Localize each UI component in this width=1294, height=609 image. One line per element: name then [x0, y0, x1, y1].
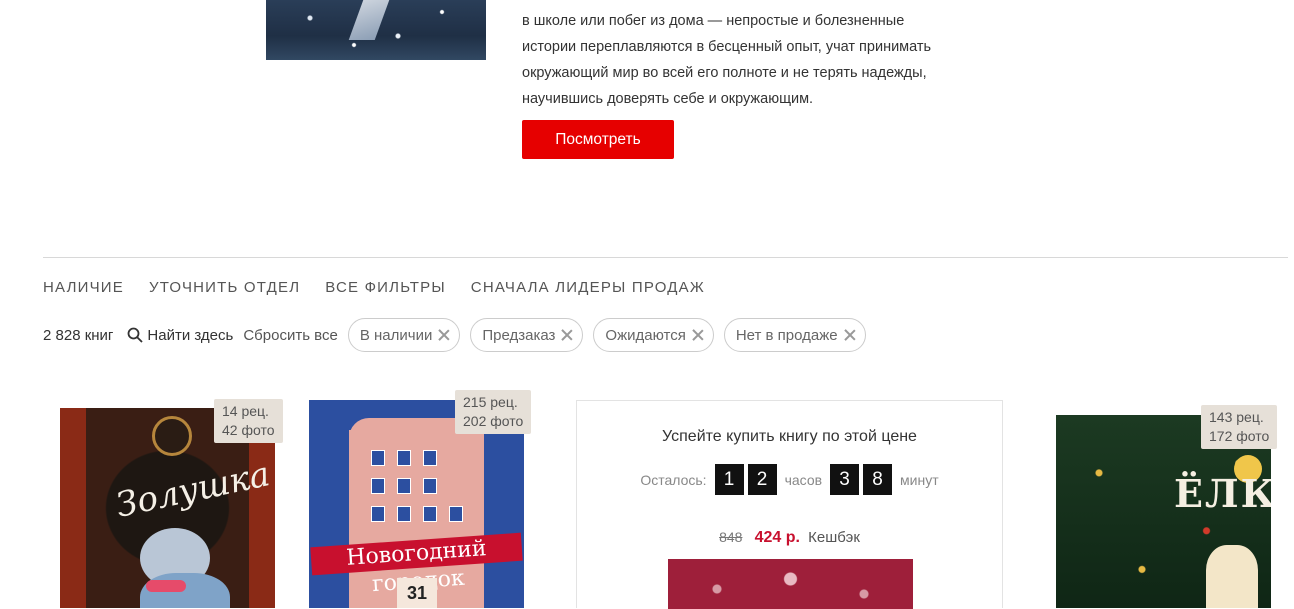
- cover-illustration: [423, 450, 437, 466]
- sort-bestsellers[interactable]: Сначала лидеры продаж: [471, 279, 705, 296]
- search-icon: [128, 327, 144, 343]
- close-icon[interactable]: [561, 329, 573, 341]
- deal-title: Успейте купить книгу по этой цене: [662, 428, 917, 445]
- cover-illustration: [449, 506, 463, 522]
- cover-illustration: [397, 478, 411, 494]
- filter-availability[interactable]: Наличие: [43, 279, 124, 296]
- timer-digit: 1: [714, 464, 744, 495]
- minutes-label: минут: [900, 471, 939, 488]
- search-here-label: Найти здесь: [147, 326, 234, 344]
- cover-illustration: [371, 506, 385, 522]
- reviews-count: 14 рец.: [222, 403, 269, 419]
- cover-illustration: [371, 478, 385, 494]
- close-icon[interactable]: [438, 329, 450, 341]
- cover-title: Золушка: [112, 454, 274, 526]
- remaining-label: Осталось:: [640, 471, 707, 488]
- close-icon[interactable]: [844, 329, 856, 341]
- cover-number: 31: [397, 578, 437, 608]
- photos-count: 42 фото: [222, 422, 275, 438]
- new-price: 424 р.: [754, 529, 800, 546]
- photos-count: 172 фото: [1209, 428, 1270, 444]
- cover-illustration: [423, 478, 437, 494]
- promo-description: в школе или побег из дома — непростые и …: [522, 8, 962, 112]
- cover-illustration: [397, 450, 411, 466]
- clock-illustration: [152, 416, 192, 456]
- cashback-label[interactable]: Кешбэк: [808, 529, 860, 546]
- chip-expected[interactable]: Ожидаются: [593, 318, 714, 352]
- close-icon[interactable]: [692, 329, 704, 341]
- hours-label: часов: [784, 471, 823, 488]
- promo-line: истории переплавляются в бесценный опыт,…: [522, 39, 932, 55]
- countdown-timer: Осталось: 1 2 часов 3 8 минут: [577, 464, 1002, 495]
- promo-line: научившись доверять себе и окружающим.: [522, 91, 814, 107]
- chip-label: В наличии: [359, 326, 433, 344]
- results-toolbar: 2 828 книг Найти здесь Сбросить все В на…: [43, 318, 876, 352]
- chip-in-stock[interactable]: В наличии: [347, 318, 461, 352]
- chip-label: Ожидаются: [605, 326, 686, 344]
- cover-illustration: [423, 506, 437, 522]
- chip-preorder[interactable]: Предзаказ: [470, 318, 584, 352]
- cover-illustration: [397, 506, 411, 522]
- review-badge[interactable]: 143 рец. 172 фото: [1201, 405, 1278, 449]
- filter-department[interactable]: Уточнить отдел: [149, 279, 300, 296]
- chip-label: Нет в продаже: [735, 326, 838, 344]
- cover-title: Новогодний городок: [310, 532, 523, 597]
- section-divider: [43, 257, 1288, 258]
- chip-label: Предзаказ: [482, 326, 556, 344]
- promo-book-image[interactable]: [266, 0, 486, 60]
- photos-count: 202 фото: [463, 413, 524, 429]
- reviews-count: 143 рец.: [1209, 409, 1264, 425]
- old-price: 848: [719, 529, 743, 545]
- timer-digit: 3: [830, 464, 860, 495]
- results-count: 2 828 книг: [43, 326, 114, 344]
- promo-line: окружающий мир во всей его полноте и не …: [522, 65, 927, 81]
- reviews-count: 215 рец.: [463, 394, 518, 410]
- review-badge[interactable]: 215 рец. 202 фото: [455, 390, 532, 434]
- filter-bar: Наличие Уточнить отдел Все фильтры Снача…: [43, 279, 730, 296]
- timer-digit: 2: [747, 464, 777, 495]
- reset-all-button[interactable]: Сбросить все: [243, 327, 337, 344]
- search-here-button[interactable]: Найти здесь: [127, 327, 233, 344]
- cover-illustration: [371, 450, 385, 466]
- review-badge[interactable]: 14 рец. 42 фото: [214, 399, 283, 443]
- view-button[interactable]: Посмотреть: [522, 120, 674, 159]
- deal-book-cover[interactable]: [668, 559, 913, 609]
- chip-out-of-stock[interactable]: Нет в продаже: [723, 318, 866, 352]
- cover-title: ЁЛКА: [1174, 471, 1271, 516]
- cover-illustration: [146, 580, 186, 592]
- image-decoration: [348, 0, 390, 40]
- timer-digit: 8: [863, 464, 893, 495]
- deal-card[interactable]: Успейте купить книгу по этой цене Остало…: [576, 400, 1003, 609]
- cover-illustration: [1206, 545, 1258, 608]
- filter-all[interactable]: Все фильтры: [325, 279, 446, 296]
- price-line: 848 424 р. Кешбэк: [577, 529, 1002, 547]
- promo-line: в школе или побег из дома — непростые и …: [522, 13, 905, 29]
